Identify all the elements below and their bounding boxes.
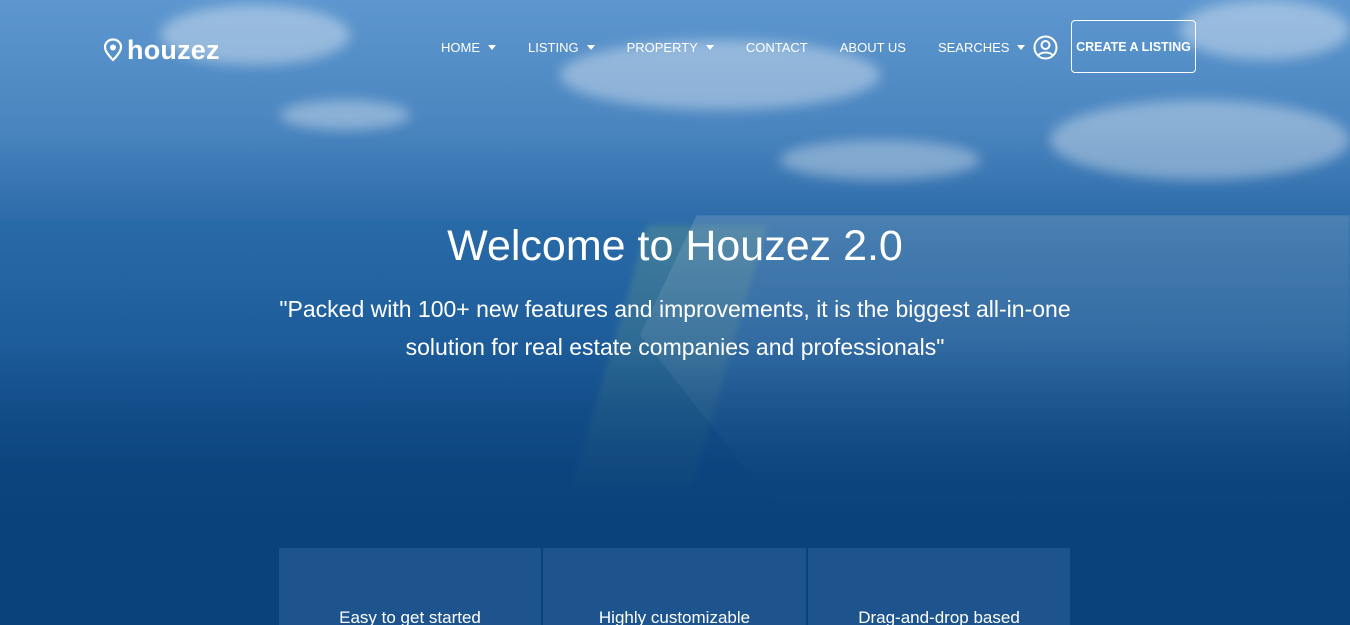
nav-item-contact[interactable]: CONTACT <box>746 40 808 55</box>
feature-card-label: Easy to get started <box>339 608 481 625</box>
brand-name: houzez <box>127 35 220 65</box>
main-nav: HOME LISTING PROPERTY CONTACT ABOUT US S… <box>441 40 1057 55</box>
site-header: houzez HOME LISTING PROPERTY CONTACT ABO… <box>0 0 1350 95</box>
caret-down-icon <box>488 45 496 50</box>
nav-item-about-us[interactable]: ABOUT US <box>840 40 906 55</box>
caret-down-icon <box>705 45 714 50</box>
nav-item-label: CONTACT <box>745 40 808 55</box>
nav-item-searches[interactable]: SEARCHES <box>938 40 1026 55</box>
map-pin-icon <box>103 38 123 62</box>
nav-item-home[interactable]: HOME <box>441 40 496 55</box>
user-circle-icon[interactable] <box>1033 35 1058 60</box>
hero-subtitle: "Packed with 100+ new features and impro… <box>279 296 1071 360</box>
nav-item-label: PROPERTY <box>626 40 698 55</box>
hero-title: Welcome to Houzez 2.0 <box>447 222 903 270</box>
feature-card: Drag-and-drop based <box>808 548 1070 625</box>
caret-down-icon <box>1017 45 1026 50</box>
nav-item-label: SEARCHES <box>937 40 1010 55</box>
feature-card: Highly customizable <box>543 548 806 625</box>
caret-down-icon <box>586 45 595 50</box>
nav-item-property[interactable]: PROPERTY <box>627 40 714 55</box>
hero-section: houzez HOME LISTING PROPERTY CONTACT ABO… <box>0 0 1350 625</box>
feature-card-label: Drag-and-drop based <box>858 608 1020 625</box>
create-listing-button[interactable]: CREATE A LISTING <box>1071 20 1196 73</box>
nav-item-label: ABOUT US <box>839 40 906 55</box>
feature-card-label: Highly customizable <box>598 608 751 625</box>
nav-item-listing[interactable]: LISTING <box>528 40 595 55</box>
brand-logo[interactable]: houzez <box>103 36 220 64</box>
nav-item-label: HOME <box>441 40 480 55</box>
nav-item-label: LISTING <box>528 40 579 55</box>
feature-cards: Easy to get started Highly customizable … <box>279 548 1070 625</box>
feature-card: Easy to get started <box>279 548 541 625</box>
